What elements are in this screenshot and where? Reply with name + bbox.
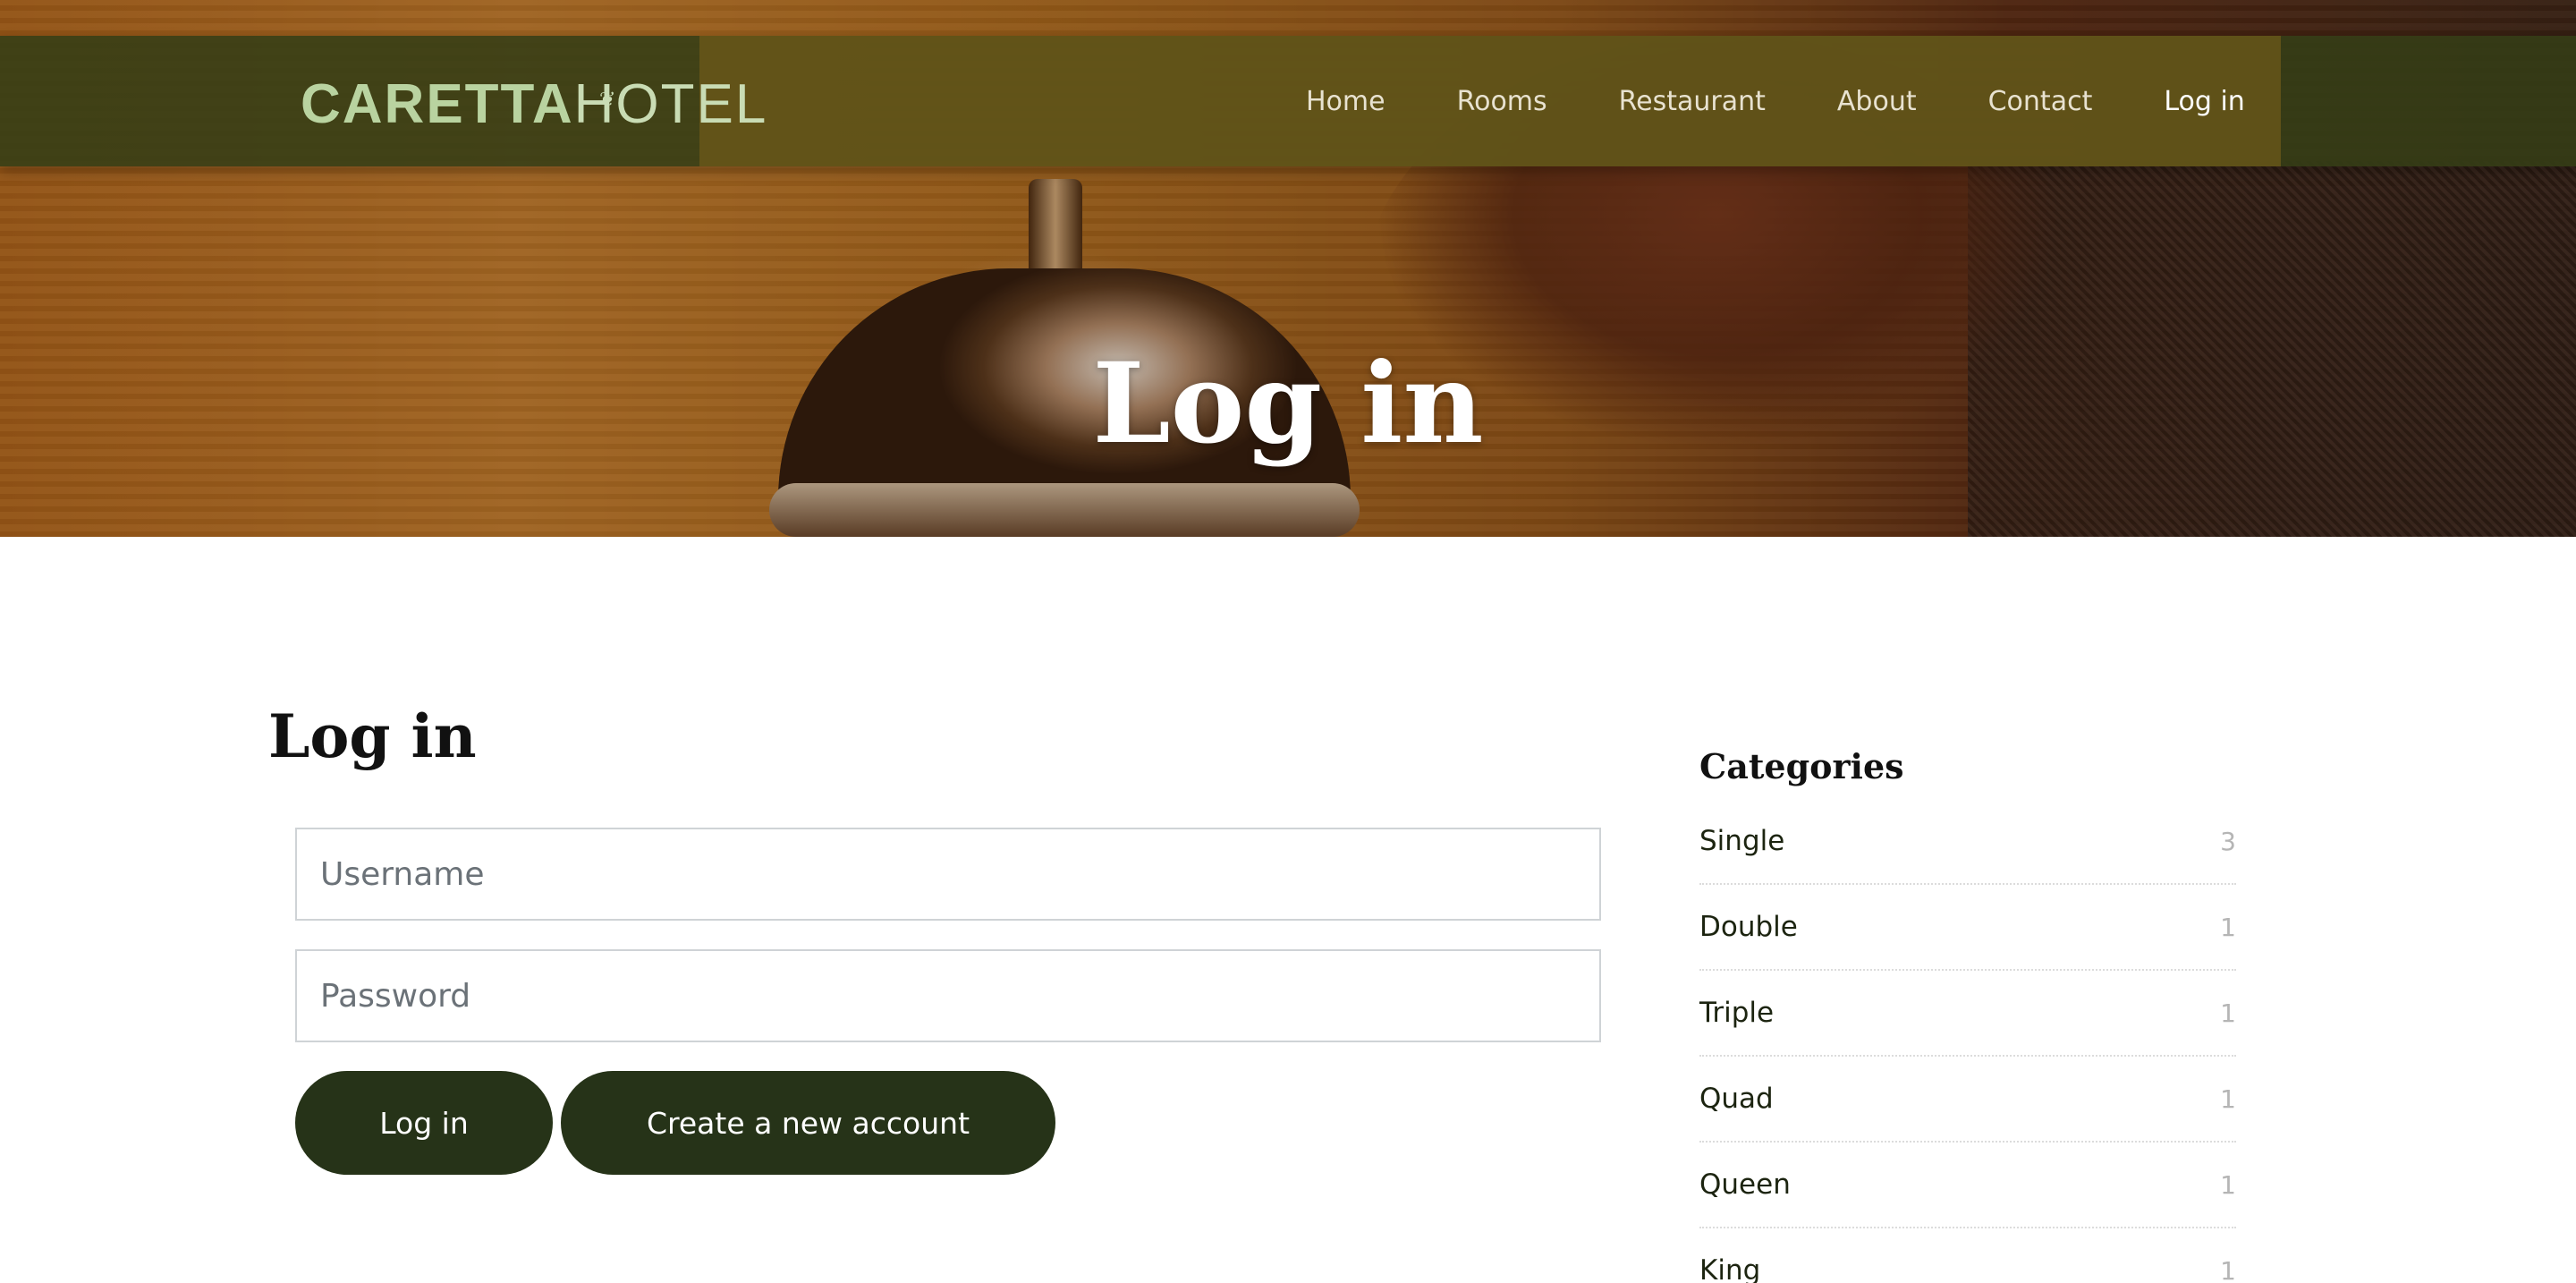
logo-brand-text: CARETTA xyxy=(301,73,574,135)
category-count: 1 xyxy=(2220,912,2236,942)
logo-leaf-icon: ❦ xyxy=(599,88,618,110)
nav-item-contact[interactable]: Contact xyxy=(1988,86,2093,117)
category-name: Queen xyxy=(1699,1168,1791,1201)
login-button[interactable]: Log in xyxy=(295,1071,553,1175)
category-count: 3 xyxy=(2220,826,2236,856)
category-item-double[interactable]: Double 1 xyxy=(1699,885,2236,971)
categories-title: Categories xyxy=(1699,746,1904,786)
nav-item-home[interactable]: Home xyxy=(1306,86,1385,117)
nav-item-rooms[interactable]: Rooms xyxy=(1457,86,1547,117)
username-input[interactable] xyxy=(295,828,1601,921)
category-name: Single xyxy=(1699,825,1785,857)
category-item-king[interactable]: King 1 xyxy=(1699,1228,2236,1283)
category-count: 1 xyxy=(2220,1169,2236,1200)
nav-item-restaurant[interactable]: Restaurant xyxy=(1619,86,1766,117)
password-input[interactable] xyxy=(295,949,1601,1042)
category-item-quad[interactable]: Quad 1 xyxy=(1699,1057,2236,1143)
category-item-queen[interactable]: Queen 1 xyxy=(1699,1143,2236,1228)
category-count: 1 xyxy=(2220,1083,2236,1114)
category-count: 1 xyxy=(2220,998,2236,1028)
category-name: Double xyxy=(1699,911,1798,943)
category-count: 1 xyxy=(2220,1255,2236,1283)
category-name: King xyxy=(1699,1254,1761,1283)
hero-title: Log in xyxy=(1092,339,1484,469)
category-item-triple[interactable]: Triple 1 xyxy=(1699,971,2236,1057)
nav-item-about[interactable]: About xyxy=(1837,86,1917,117)
category-item-single[interactable]: Single 3 xyxy=(1699,799,2236,885)
category-name: Triple xyxy=(1699,997,1775,1029)
category-name: Quad xyxy=(1699,1083,1774,1115)
categories-list: Single 3 Double 1 Triple 1 Quad 1 Queen … xyxy=(1699,799,2236,1283)
main-nav: Home Rooms Restaurant About Contact Log … xyxy=(1306,36,2245,166)
nav-item-login[interactable]: Log in xyxy=(2164,86,2244,117)
hotel-logo[interactable]: CARETTAHOTEL ❦ xyxy=(301,73,767,136)
login-heading: Log in xyxy=(268,701,477,771)
create-account-button[interactable]: Create a new account xyxy=(561,1071,1055,1175)
